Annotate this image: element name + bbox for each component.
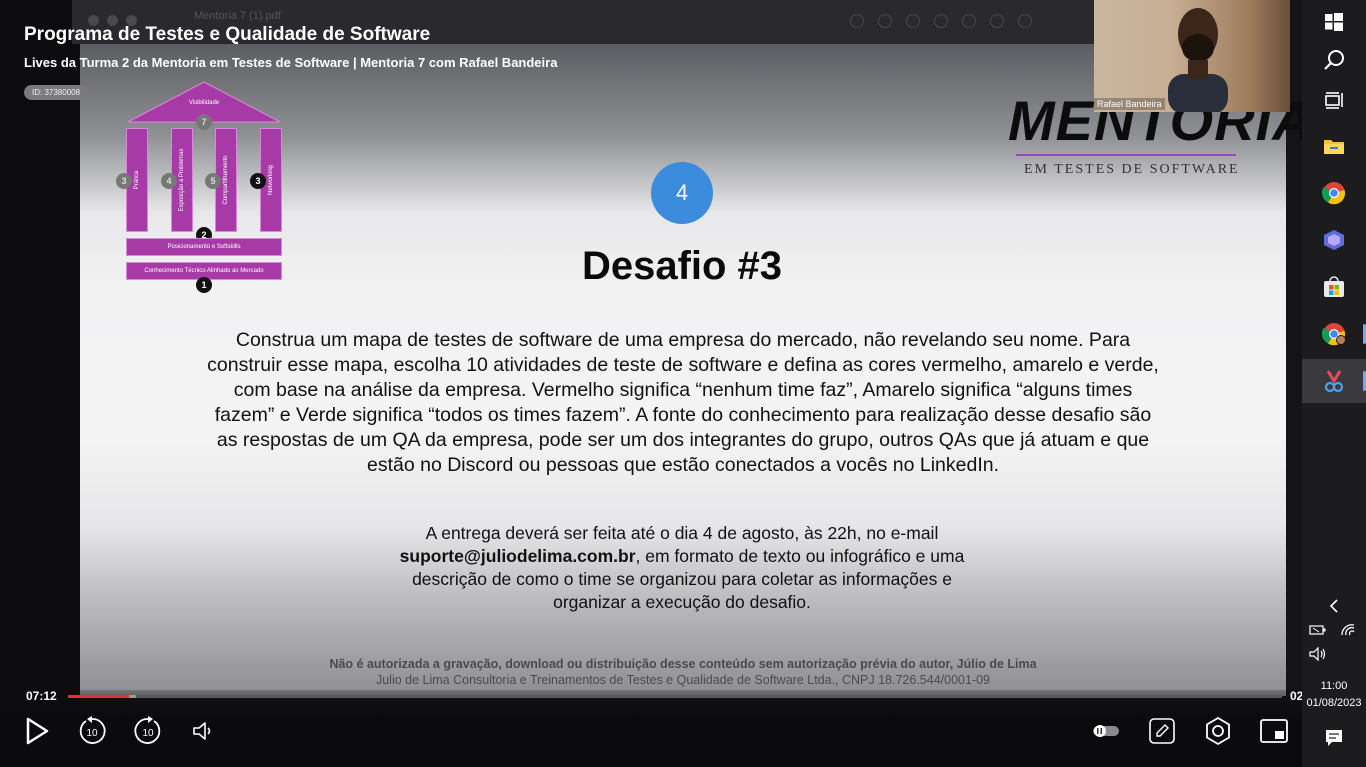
speaker-icon bbox=[1309, 647, 1326, 661]
chevron-left-icon bbox=[1329, 599, 1338, 613]
logo-underline bbox=[1016, 154, 1236, 156]
temple-bar-bottom-number: 1 bbox=[196, 277, 212, 293]
presenter-webcam: Rafael Bandeira bbox=[1094, 0, 1290, 112]
microsoft-store-button[interactable] bbox=[1302, 265, 1366, 309]
notifications-button[interactable] bbox=[1302, 716, 1366, 760]
video-left-band bbox=[0, 0, 80, 767]
speed-toggle-icon bbox=[1093, 725, 1119, 737]
notification-icon bbox=[1326, 730, 1342, 746]
chrome-profile-icon bbox=[1322, 323, 1346, 346]
mentoring-temple-diagram: Visibilidade 7 Prática Exposição a Probl… bbox=[116, 80, 282, 293]
slide-copyright-notice: Não é autorizada a gravação, download ou… bbox=[329, 657, 1037, 671]
challenge-line: com base na análise da empresa. Vermelho… bbox=[233, 379, 1133, 401]
battery-icon bbox=[1309, 625, 1326, 635]
video-subtitle: Lives da Turma 2 da Mentoria em Testes d… bbox=[24, 55, 558, 70]
video-title: Programa de Testes e Qualidade de Softwa… bbox=[24, 24, 431, 45]
volume-icon bbox=[193, 722, 211, 740]
temple-pillar-1-number: 3 bbox=[116, 173, 132, 189]
play-icon bbox=[26, 717, 49, 745]
temple-pillar-3-number: 5 bbox=[205, 173, 221, 189]
step-number-circle: 4 bbox=[651, 162, 713, 224]
rewind-icon: 10 bbox=[79, 716, 106, 744]
picture-in-picture-icon bbox=[1260, 719, 1288, 743]
volume-status[interactable] bbox=[1302, 638, 1334, 670]
windows-taskbar bbox=[1302, 0, 1366, 767]
wifi-status[interactable] bbox=[1332, 614, 1364, 646]
search-icon bbox=[1324, 50, 1344, 70]
delivery-email: suporte@juliodelima.com.br bbox=[399, 546, 636, 566]
presenter-silhouette bbox=[1168, 8, 1228, 112]
temple-bar-softskills: Posicionamento e Softskills bbox=[126, 238, 282, 256]
challenge-description: Construa um mapa de testes de software d… bbox=[150, 328, 1216, 478]
pdf-tools bbox=[850, 14, 1032, 28]
svg-text:10: 10 bbox=[86, 728, 98, 739]
progress-buffered bbox=[128, 695, 136, 698]
task-view-button[interactable] bbox=[1302, 78, 1366, 122]
svg-text:10: 10 bbox=[142, 728, 154, 739]
progress-bar[interactable] bbox=[68, 695, 1282, 698]
challenge-line: Construa um mapa de testes de software d… bbox=[235, 329, 1131, 351]
notes-button[interactable] bbox=[1146, 714, 1178, 748]
challenge-line: construir esse mapa, escolha 10 atividad… bbox=[207, 354, 1159, 376]
forward-icon: 10 bbox=[134, 716, 161, 744]
chrome-icon bbox=[1322, 182, 1346, 205]
settings-button[interactable] bbox=[1202, 714, 1234, 748]
delivery-line: A entrega deverá ser feita até o dia 4 d… bbox=[425, 523, 939, 543]
delivery-line: suporte@juliodelima.com.br, em formato d… bbox=[399, 546, 965, 566]
pencil-note-icon bbox=[1149, 718, 1175, 744]
hexagon-settings-icon bbox=[1206, 716, 1230, 746]
windows-start-icon bbox=[1325, 13, 1343, 31]
current-time: 07:12 bbox=[26, 689, 57, 703]
delivery-line: descrição de como o time se organizou pa… bbox=[412, 569, 952, 589]
slide-title: Desafio #3 bbox=[581, 244, 783, 288]
microsoft-store-icon bbox=[1324, 276, 1344, 297]
task-view-icon bbox=[1325, 92, 1343, 109]
video-player[interactable]: Mentoria 7 (1).pdf Visibilidade 7 Prátic… bbox=[0, 0, 1302, 767]
temple-roof-label: Visibilidade bbox=[188, 100, 220, 106]
total-time: 02 bbox=[1290, 689, 1302, 703]
slide-company-info: Julio de Lima Consultoria e Treinamentos… bbox=[375, 673, 991, 687]
chrome-profile-button[interactable] bbox=[1302, 312, 1366, 356]
delivery-line: organizar a execução do desafio. bbox=[553, 592, 811, 612]
temple-roof-number: 7 bbox=[196, 114, 212, 130]
temple-pillar-4-number: 3 bbox=[250, 173, 266, 189]
video-id-badge: ID: 37380008 bbox=[24, 85, 89, 100]
chrome-button[interactable] bbox=[1302, 171, 1366, 215]
file-explorer-button[interactable] bbox=[1302, 124, 1366, 168]
speed-toggle[interactable] bbox=[1090, 714, 1122, 748]
challenge-line: fazem” e Verde significa “todos os times… bbox=[214, 404, 1152, 426]
play-button[interactable] bbox=[22, 714, 52, 748]
file-explorer-icon bbox=[1324, 140, 1344, 154]
rewind-button[interactable]: 10 bbox=[76, 714, 108, 748]
temple-pillar-2-number: 4 bbox=[161, 173, 177, 189]
progress-played bbox=[68, 695, 129, 698]
logo-tagline: EM TESTES DE SOFTWARE bbox=[1024, 162, 1240, 177]
delivery-instructions: A entrega deverá ser feita até o dia 4 d… bbox=[340, 522, 1024, 614]
picture-in-picture-button[interactable] bbox=[1258, 714, 1290, 748]
snipping-tool-button[interactable] bbox=[1302, 359, 1366, 403]
forward-button[interactable]: 10 bbox=[132, 714, 164, 748]
challenge-line: as respostas de um QA da empresa, pode s… bbox=[216, 429, 1150, 451]
copilot-icon bbox=[1324, 230, 1344, 250]
wifi-icon bbox=[1341, 624, 1355, 636]
clock-time[interactable]: 11:00 bbox=[1302, 680, 1366, 692]
copilot-button[interactable] bbox=[1302, 218, 1366, 262]
presenter-name: Rafael Bandeira bbox=[1094, 98, 1165, 110]
pdf-document-name: Mentoria 7 (1).pdf bbox=[194, 10, 281, 22]
search-button[interactable] bbox=[1302, 38, 1366, 82]
clock-date[interactable]: 01/08/2023 bbox=[1302, 697, 1366, 709]
volume-button[interactable] bbox=[188, 714, 218, 748]
challenge-line: estão no Discord ou pessoas que estão co… bbox=[367, 454, 999, 476]
snipping-tool-icon bbox=[1324, 370, 1344, 393]
